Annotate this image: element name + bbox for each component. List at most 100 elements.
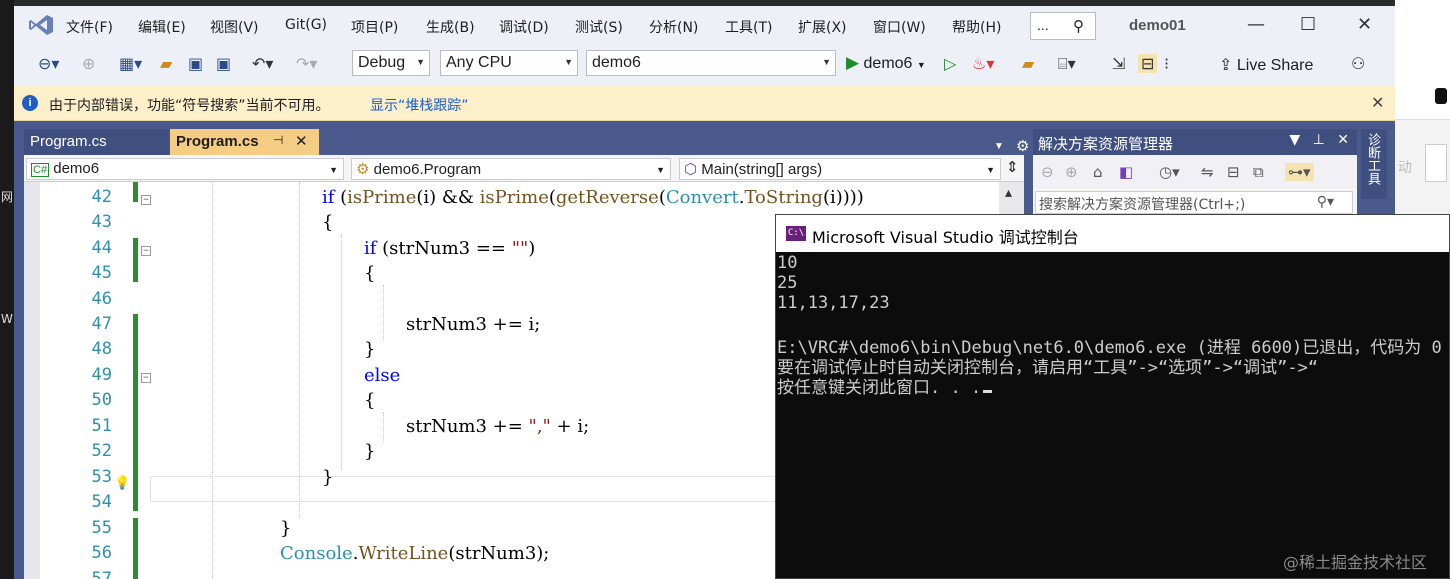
- start-without-debugging-icon[interactable]: ▷: [944, 54, 956, 73]
- platform-dropdown[interactable]: Any CPU ▼: [440, 50, 578, 76]
- member-dropdown[interactable]: ⬡ Main(string[] args) ▼: [679, 158, 1001, 180]
- search-box[interactable]: ... ⚲: [1030, 12, 1096, 40]
- startup-project-dropdown[interactable]: demo6 ▼: [586, 50, 836, 76]
- chevron-down-icon[interactable]: ▼: [1289, 132, 1300, 148]
- line-number: 50: [91, 390, 112, 410]
- chevron-down-icon: ▼: [986, 165, 995, 175]
- editor-margin: [24, 182, 40, 579]
- menu-window[interactable]: 窗口(W): [873, 17, 926, 37]
- menu-debug[interactable]: 调试(D): [499, 17, 549, 37]
- new-item-icon[interactable]: ▦▾: [119, 54, 142, 73]
- diagnostic-tools-tab[interactable]: 诊断工具: [1361, 129, 1387, 199]
- code-line: }: [280, 518, 292, 539]
- menu-analyze[interactable]: 分析(N): [649, 17, 698, 37]
- menu-view[interactable]: 视图(V): [210, 17, 259, 37]
- tab-program-cs-inactive[interactable]: Program.cs: [24, 129, 169, 155]
- info-bar: i 由于内部错误，功能“符号搜索”当前不可用。 显示“堆栈跟踪” ✕: [14, 86, 1395, 121]
- menu-test[interactable]: 测试(S): [575, 17, 623, 37]
- line-number: 47: [91, 314, 112, 334]
- class-value: demo6.Program: [373, 161, 482, 178]
- feedback-icon[interactable]: ⚇: [1351, 54, 1365, 73]
- csharp-icon: C#: [31, 163, 50, 177]
- solution-explorer-search[interactable]: 搜索解决方案资源管理器(Ctrl+;) ⚲▾: [1035, 191, 1353, 214]
- line-number: 49: [91, 365, 112, 385]
- switch-views-icon[interactable]: ◧: [1119, 163, 1133, 181]
- share-icon: ⇪: [1219, 57, 1233, 74]
- layout-icon[interactable]: ⌸▾: [1058, 54, 1076, 74]
- undo-icon[interactable]: ↶▾: [252, 54, 273, 73]
- fold-toggle[interactable]: −: [141, 373, 151, 383]
- menu-tools[interactable]: 工具(T): [725, 17, 772, 37]
- live-share-label: Live Share: [1236, 57, 1314, 74]
- background-app-placeholder: 动: [1398, 160, 1412, 176]
- close-icon[interactable]: ✕: [1337, 132, 1349, 148]
- browse-folder-icon[interactable]: ▰: [1022, 54, 1034, 73]
- navigate-forward-icon[interactable]: ⊕: [82, 54, 95, 73]
- close-icon[interactable]: ✕: [1357, 14, 1372, 35]
- lightbulb-icon[interactable]: 💡: [114, 475, 130, 491]
- navigate-back-icon[interactable]: ⊖▾: [38, 54, 59, 73]
- solution-explorer-title: 解决方案资源管理器: [1038, 135, 1174, 153]
- tab-label: Program.cs: [30, 133, 107, 150]
- debug-console-window[interactable]: C:\ Microsoft Visual Studio 调试控制台 10 25 …: [775, 214, 1450, 579]
- forward-icon[interactable]: ⊕: [1065, 163, 1078, 181]
- live-share-button[interactable]: ⇪ Live Share: [1219, 55, 1313, 75]
- maximize-icon[interactable]: ☐: [1300, 14, 1316, 35]
- show-all-files-icon[interactable]: ⧉: [1253, 163, 1264, 181]
- minimize-icon[interactable]: —: [1247, 14, 1265, 35]
- tab-list-icon[interactable]: ▼: [994, 141, 1004, 152]
- start-debugging-button[interactable]: ▶ demo6 ▼: [846, 53, 926, 73]
- method-icon: ⬡: [684, 161, 698, 178]
- menu-project[interactable]: 项目(P): [351, 17, 398, 37]
- close-icon[interactable]: ✕: [1371, 93, 1384, 113]
- change-marker: [133, 518, 138, 579]
- line-number: 43: [91, 212, 112, 232]
- menu-extensions[interactable]: 扩展(X): [798, 17, 847, 37]
- project-dropdown[interactable]: C# demo6 ▼: [26, 158, 344, 180]
- pin-icon[interactable]: ⊣: [273, 133, 283, 147]
- info-icon: i: [22, 95, 38, 111]
- code-line: }: [364, 339, 376, 360]
- redo-icon[interactable]: ↷▾: [296, 54, 317, 73]
- step-icon[interactable]: ⇲: [1112, 54, 1125, 73]
- toolbar-overflow-icon[interactable]: ⁝: [1164, 54, 1169, 73]
- class-dropdown[interactable]: ⚙ demo6.Program ▼: [351, 158, 671, 180]
- line-number: 45: [91, 263, 112, 283]
- menu-file[interactable]: 文件(F): [66, 17, 113, 37]
- console-app-icon: C:\: [786, 226, 806, 241]
- fold-toggle[interactable]: −: [141, 195, 151, 205]
- gear-icon[interactable]: ⚙: [1016, 137, 1029, 155]
- format-icon[interactable]: ⊟: [1138, 54, 1158, 73]
- tab-label: Program.cs: [176, 133, 259, 150]
- show-stack-trace-link[interactable]: 显示“堆栈跟踪”: [370, 95, 469, 115]
- configuration-dropdown[interactable]: Debug ▼: [352, 50, 430, 76]
- back-icon[interactable]: ⊖: [1041, 163, 1054, 181]
- navigation-bar: C# demo6 ▼ ⚙ demo6.Program ▼ ⬡ Main(stri…: [24, 155, 1024, 182]
- hot-reload-icon[interactable]: ♨▾: [972, 54, 994, 73]
- menu-git[interactable]: Git(G): [285, 17, 327, 33]
- line-number: 48: [91, 339, 112, 359]
- save-all-icon[interactable]: ▣: [216, 54, 231, 73]
- home-icon[interactable]: ⌂: [1093, 163, 1103, 181]
- history-icon[interactable]: ◷▾: [1159, 163, 1180, 181]
- properties-icon[interactable]: ⊶▾: [1285, 163, 1314, 181]
- line-number: 46: [91, 289, 112, 309]
- split-window-icon[interactable]: ⇕: [1006, 158, 1019, 176]
- split-icon[interactable]: ▴: [1005, 184, 1012, 201]
- line-number: 55: [91, 518, 112, 538]
- pin-icon[interactable]: ⊥: [1313, 132, 1325, 148]
- info-message: 由于内部错误，功能“符号搜索”当前不可用。: [49, 98, 330, 114]
- close-tab-icon[interactable]: ✕: [295, 132, 308, 150]
- tab-program-cs-active[interactable]: Program.cs ⊣ ✕: [170, 129, 319, 155]
- sync-icon[interactable]: ⇋: [1201, 163, 1214, 181]
- fold-toggle[interactable]: −: [141, 246, 151, 256]
- console-output-line: 按任意键关闭此窗口. . .: [777, 378, 982, 398]
- code-line: strNum3 += i;: [406, 314, 541, 335]
- menu-build[interactable]: 生成(B): [426, 17, 475, 37]
- collapse-all-icon[interactable]: ⊟: [1227, 163, 1240, 181]
- save-icon[interactable]: ▣: [188, 54, 203, 73]
- open-folder-icon[interactable]: ▰: [160, 54, 172, 73]
- menu-edit[interactable]: 编辑(E): [138, 17, 186, 37]
- menu-help[interactable]: 帮助(H): [952, 17, 1001, 37]
- visual-studio-logo-icon: [29, 15, 53, 35]
